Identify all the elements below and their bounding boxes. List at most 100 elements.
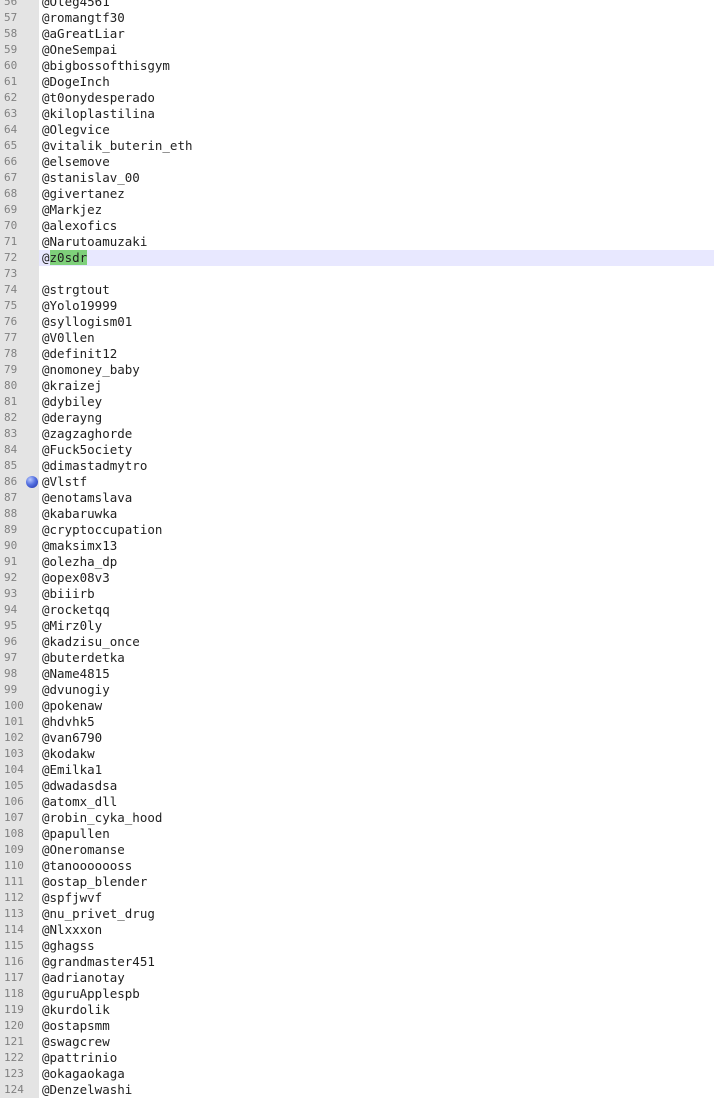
editor-line[interactable]: 101 @hdvhk5 [0,714,714,730]
editor-line[interactable]: 71 @Narutoamuzaki [0,234,714,250]
line-number-gutter[interactable]: 61 [0,74,39,90]
line-number-gutter[interactable]: 75 [0,298,39,314]
editor-line[interactable]: 99 @dvunogiy [0,682,714,698]
editor-line[interactable]: 114 @Nlxxxon [0,922,714,938]
editor-line[interactable]: 109 @Oneromanse [0,842,714,858]
line-number-gutter[interactable]: 103 [0,746,39,762]
line-number-gutter[interactable]: 122 [0,1050,39,1066]
editor-line[interactable]: 93 @biiirb [0,586,714,602]
line-number-gutter[interactable]: 88 [0,506,39,522]
editor-line[interactable]: 75 @Yolo19999 [0,298,714,314]
editor-line[interactable]: 64 @Olegvice [0,122,714,138]
editor-line[interactable]: 59 @OneSempai [0,42,714,58]
line-number-gutter[interactable]: 113 [0,906,39,922]
editor-line[interactable]: 112 @spfjwvf [0,890,714,906]
line-number-gutter[interactable]: 69 [0,202,39,218]
line-number-gutter[interactable]: 117 [0,970,39,986]
line-number-gutter[interactable]: 93 [0,586,39,602]
editor-line[interactable]: 76 @syllogism01 [0,314,714,330]
editor-line[interactable]: 117 @adrianotay [0,970,714,986]
editor-line[interactable]: 86 @Vlstf [0,474,714,490]
editor-line[interactable]: 123 @okagaokaga [0,1066,714,1082]
line-number-gutter[interactable]: 121 [0,1034,39,1050]
line-number-gutter[interactable]: 65 [0,138,39,154]
line-number-gutter[interactable]: 77 [0,330,39,346]
line-number-gutter[interactable]: 56 [0,0,39,10]
editor-line[interactable]: 78 @definit12 [0,346,714,362]
line-number-gutter[interactable]: 108 [0,826,39,842]
line-number-gutter[interactable]: 68 [0,186,39,202]
editor-line[interactable]: 67 @stanislav_00 [0,170,714,186]
editor-line[interactable]: 120 @ostapsmm [0,1018,714,1034]
line-number-gutter[interactable]: 100 [0,698,39,714]
line-number-gutter[interactable]: 86 [0,474,39,490]
editor-line[interactable]: 115 @ghagss [0,938,714,954]
editor-line[interactable]: 63 @kiloplastilina [0,106,714,122]
editor-line[interactable]: 119 @kurdolik [0,1002,714,1018]
line-number-gutter[interactable]: 124 [0,1082,39,1098]
line-number-gutter[interactable]: 72 [0,250,39,266]
line-number-gutter[interactable]: 58 [0,26,39,42]
line-number-gutter[interactable]: 119 [0,1002,39,1018]
editor-line[interactable]: 62 @t0onydesperado [0,90,714,106]
line-number-gutter[interactable]: 85 [0,458,39,474]
editor-line[interactable]: 92 @opex08v3 [0,570,714,586]
line-number-gutter[interactable]: 102 [0,730,39,746]
line-number-gutter[interactable]: 59 [0,42,39,58]
line-number-gutter[interactable]: 105 [0,778,39,794]
line-number-gutter[interactable]: 96 [0,634,39,650]
line-number-gutter[interactable]: 79 [0,362,39,378]
line-number-gutter[interactable]: 111 [0,874,39,890]
line-number-gutter[interactable]: 73 [0,266,39,282]
line-number-gutter[interactable]: 95 [0,618,39,634]
editor-line[interactable]: 56 @Oleg4561 [0,0,714,10]
editor-line[interactable]: 108 @papullen [0,826,714,842]
line-number-gutter[interactable]: 62 [0,90,39,106]
editor-line[interactable]: 96 @kadzisu_once [0,634,714,650]
line-number-gutter[interactable]: 76 [0,314,39,330]
line-number-gutter[interactable]: 78 [0,346,39,362]
line-number-gutter[interactable]: 64 [0,122,39,138]
editor-line[interactable]: 90 @maksimx13 [0,538,714,554]
editor-line[interactable]: 77 @V0llen [0,330,714,346]
line-number-gutter[interactable]: 80 [0,378,39,394]
editor-line-current[interactable]: 72 @z0sdr [0,250,714,266]
editor-line[interactable]: 81 @dybiley [0,394,714,410]
editor-line[interactable]: 89 @cryptoccupation [0,522,714,538]
text-editor[interactable]: 56 @Oleg4561 57 @romangtf30 58 @aGreatLiar 59 @… [0,0,714,1098]
editor-line[interactable]: 116 @grandmaster451 [0,954,714,970]
editor-line[interactable]: 107 @robin_cyka_hood [0,810,714,826]
editor-line[interactable]: 66 @elsemove [0,154,714,170]
line-number-gutter[interactable]: 97 [0,650,39,666]
editor-line[interactable]: 113 @nu_privet_drug [0,906,714,922]
line-number-gutter[interactable]: 91 [0,554,39,570]
line-number-gutter[interactable]: 112 [0,890,39,906]
line-number-gutter[interactable]: 71 [0,234,39,250]
line-number-gutter[interactable]: 89 [0,522,39,538]
editor-line[interactable]: 105 @dwadasdsa [0,778,714,794]
line-number-gutter[interactable]: 60 [0,58,39,74]
line-number-gutter[interactable]: 82 [0,410,39,426]
editor-line[interactable]: 95 @Mirz0ly [0,618,714,634]
line-number-gutter[interactable]: 87 [0,490,39,506]
line-number-gutter[interactable]: 104 [0,762,39,778]
editor-line[interactable]: 87 @enotamslava [0,490,714,506]
line-number-gutter[interactable]: 107 [0,810,39,826]
editor-line[interactable]: 73 [0,266,714,282]
editor-line[interactable]: 88 @kabaruwka [0,506,714,522]
line-number-gutter[interactable]: 90 [0,538,39,554]
line-number-gutter[interactable]: 110 [0,858,39,874]
line-number-gutter[interactable]: 115 [0,938,39,954]
editor-line[interactable]: 106 @atomx_dll [0,794,714,810]
editor-line[interactable]: 110 @tanooooooss [0,858,714,874]
line-number-gutter[interactable]: 114 [0,922,39,938]
editor-line[interactable]: 91 @olezha_dp [0,554,714,570]
line-number-gutter[interactable]: 109 [0,842,39,858]
editor-line[interactable]: 69 @Markjez [0,202,714,218]
line-number-gutter[interactable]: 98 [0,666,39,682]
line-number-gutter[interactable]: 99 [0,682,39,698]
line-number-gutter[interactable]: 57 [0,10,39,26]
editor-line[interactable]: 79 @nomoney_baby [0,362,714,378]
editor-line[interactable]: 83 @zagzaghorde [0,426,714,442]
editor-line[interactable]: 124 @Denzelwashi [0,1082,714,1098]
